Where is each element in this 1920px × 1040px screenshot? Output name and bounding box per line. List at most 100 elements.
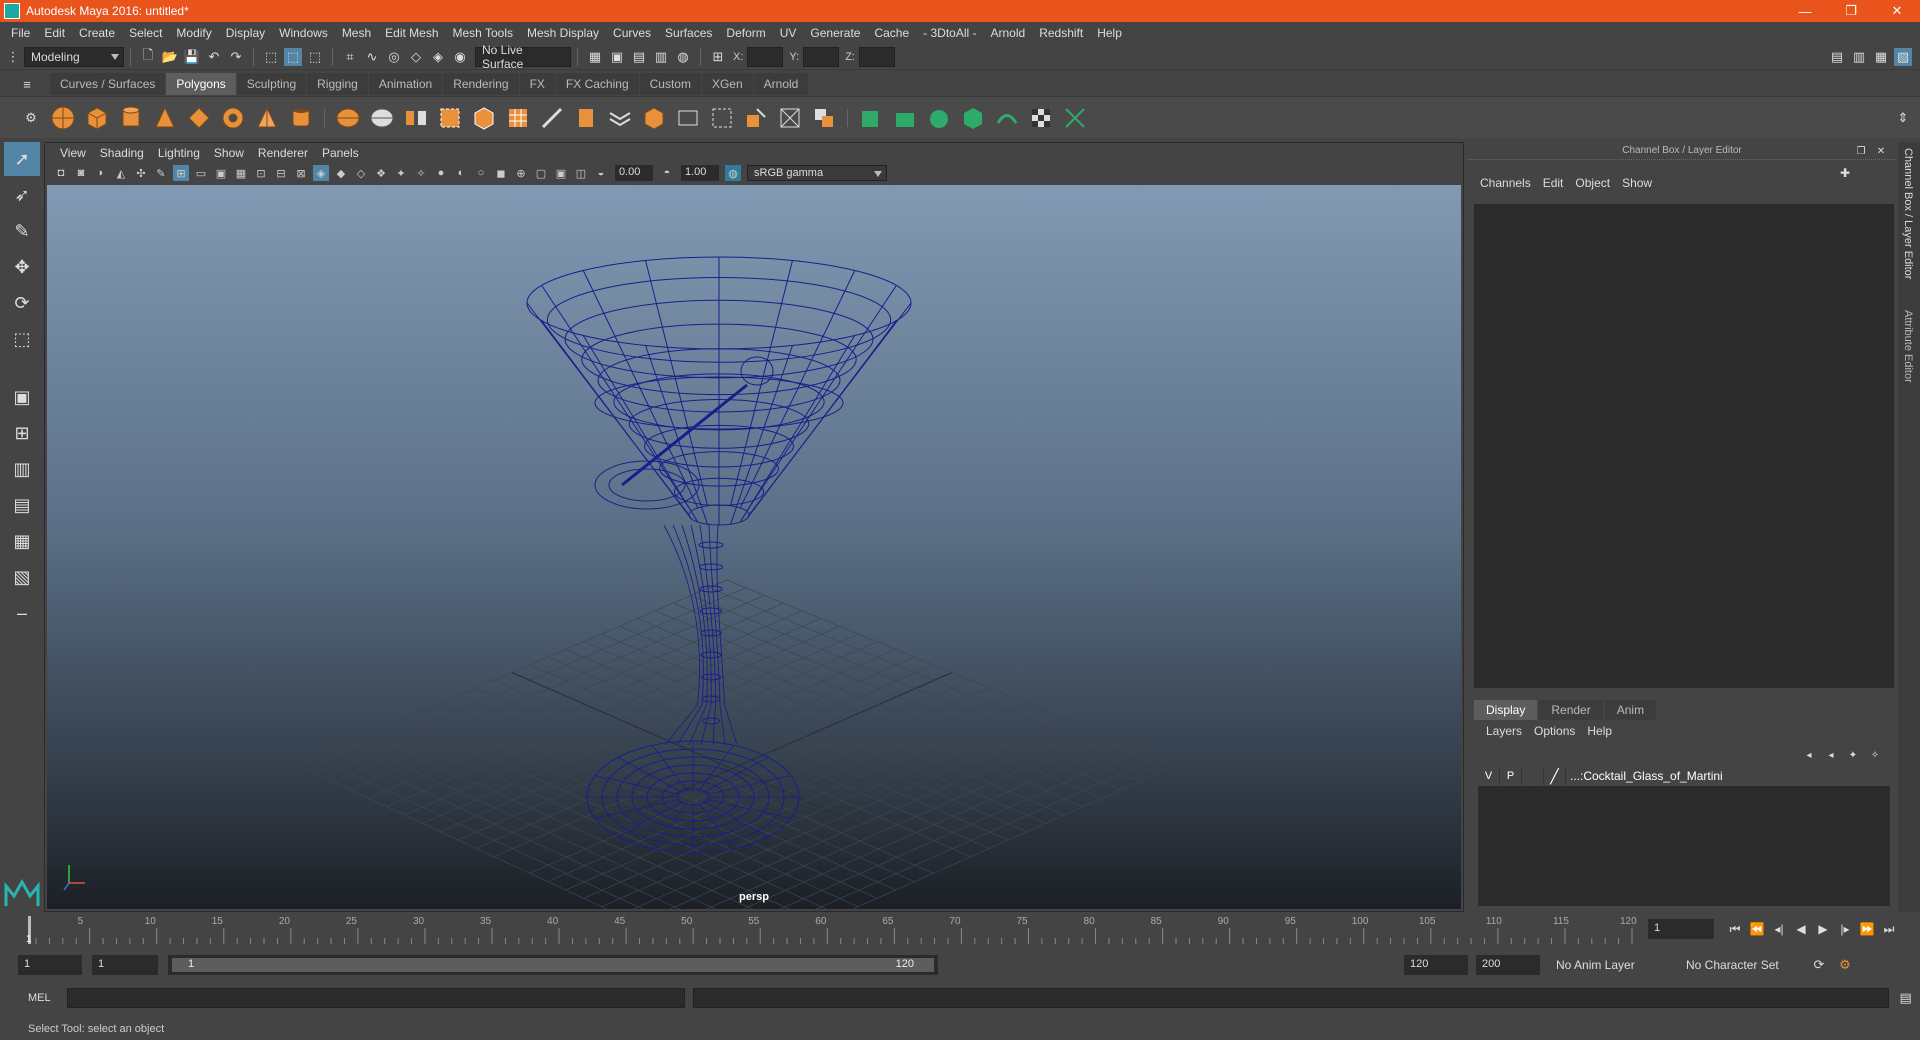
exposure-input[interactable]: 0.00 [615, 165, 653, 181]
boolean-icon[interactable] [809, 103, 839, 133]
hypershade-icon[interactable]: ◍ [674, 48, 692, 66]
menu-display[interactable]: Display [219, 26, 272, 40]
camera-attributes-icon[interactable]: ◙ [73, 165, 89, 181]
collapse-layouts-icon[interactable]: – [4, 596, 40, 630]
close-button[interactable]: ✕ [1874, 0, 1920, 22]
channel-list[interactable] [1474, 204, 1894, 688]
poly-sphere-icon[interactable] [48, 103, 78, 133]
wireframe-icon[interactable]: ◈ [313, 165, 329, 181]
uv-spherical-icon[interactable] [924, 103, 954, 133]
channel-box-menu-object[interactable]: Object [1569, 176, 1616, 190]
hypershade-persp-layout-icon[interactable]: ▦ [4, 524, 40, 558]
uv-auto-icon[interactable] [958, 103, 988, 133]
animation-prefs-icon[interactable]: ⚙ [1836, 956, 1854, 974]
new-layer-selected-icon[interactable]: ✧ [1866, 746, 1884, 764]
gamma-icon[interactable]: ◓ [659, 165, 675, 181]
render-view-icon[interactable]: ▥ [652, 48, 670, 66]
tab-custom[interactable]: Custom [639, 73, 701, 95]
menu-arnold[interactable]: Arnold [984, 26, 1033, 40]
fill-hole-icon[interactable] [673, 103, 703, 133]
channel-box-menu-show[interactable]: Show [1616, 176, 1658, 190]
channel-box-icons[interactable]: ✚ [1836, 164, 1854, 182]
step-back-key-icon[interactable]: ⏪ [1746, 918, 1768, 940]
film-gate-icon[interactable]: ▭ [193, 165, 209, 181]
menu-3dtoall[interactable]: - 3DtoAll - [916, 26, 983, 40]
new-scene-icon[interactable]: 🗋 [139, 47, 157, 66]
snap-point-icon[interactable]: ◎ [385, 48, 403, 66]
multi-cut-icon[interactable] [537, 103, 567, 133]
tab-xgen[interactable]: XGen [701, 73, 753, 95]
grease-pencil-icon[interactable]: ✎ [153, 165, 169, 181]
depth-of-field-icon[interactable]: ◼ [493, 165, 509, 181]
layer-menu-help[interactable]: Help [1581, 724, 1618, 738]
gamma-input[interactable]: 1.00 [681, 165, 719, 181]
scale-tool-icon[interactable]: ⬚ [4, 322, 40, 356]
tab-sculpting[interactable]: Sculpting [236, 73, 307, 95]
viewport-menu-lighting[interactable]: Lighting [151, 146, 207, 160]
animation-end-input[interactable]: 200 [1476, 955, 1540, 975]
menu-set-dropdown[interactable]: Modeling [24, 46, 124, 67]
x-input[interactable] [747, 46, 784, 67]
extrude-icon[interactable] [571, 103, 601, 133]
tab-render-layers[interactable]: Render [1539, 700, 1603, 720]
field-chart-icon[interactable]: ⊡ [253, 165, 269, 181]
menu-create[interactable]: Create [72, 26, 122, 40]
anti-aliasing-icon[interactable]: ○ [473, 165, 489, 181]
layer-display-type-toggle[interactable] [1522, 767, 1544, 785]
move-layer-up-icon[interactable]: ◂ [1800, 746, 1818, 764]
sidebar-toggle-icon[interactable]: ▤ [1828, 48, 1846, 66]
image-plane-icon[interactable]: ◭ [113, 165, 129, 181]
undo-icon[interactable]: ↶ [205, 48, 223, 66]
step-forward-key-icon[interactable]: ⏩ [1856, 918, 1878, 940]
time-slider[interactable]: 1 5 10 15 20 25 30 35 40 45 50 55 60 65 70 75 80 85 90 95 1… [22, 914, 1642, 946]
new-empty-layer-icon[interactable]: ✦ [1844, 746, 1862, 764]
select-object-icon[interactable]: ⬚ [284, 47, 302, 66]
bevel-icon[interactable] [639, 103, 669, 133]
maximize-button[interactable]: ❐ [1828, 0, 1874, 22]
select-tool-icon[interactable]: ➚ [4, 142, 40, 176]
menu-file[interactable]: File [4, 26, 37, 40]
shelf-settings-icon[interactable]: ⚙ [22, 109, 40, 127]
textured-icon[interactable]: ❖ [373, 165, 389, 181]
menu-redshift[interactable]: Redshift [1032, 26, 1090, 40]
menu-edit[interactable]: Edit [37, 26, 72, 40]
persp-uv-layout-icon[interactable]: ▧ [4, 560, 40, 594]
mel-label[interactable]: MEL [28, 992, 51, 1004]
viewport-menu-shading[interactable]: Shading [93, 146, 151, 160]
play-backward-icon[interactable]: ◀ [1790, 918, 1812, 940]
motion-blur-icon[interactable]: ◐ [453, 165, 469, 181]
shelf-menu-icon[interactable]: ≡ [18, 75, 36, 93]
menu-deform[interactable]: Deform [719, 26, 772, 40]
mel-input[interactable] [66, 988, 685, 1008]
menu-modify[interactable]: Modify [169, 26, 218, 40]
menu-mesh[interactable]: Mesh [335, 26, 378, 40]
layer-color-swatch[interactable]: ╱ [1544, 767, 1566, 785]
snap-view-plane-icon[interactable]: ◇ [407, 48, 425, 66]
single-perspective-view-icon[interactable]: ▣ [4, 380, 40, 414]
menu-surfaces[interactable]: Surfaces [658, 26, 719, 40]
channel-box-menu-channels[interactable]: Channels [1474, 176, 1537, 190]
uv-unfold-icon[interactable] [992, 103, 1022, 133]
checker-icon[interactable] [1026, 103, 1056, 133]
playback-end-input[interactable]: 120 [1404, 955, 1468, 975]
side-tab-attribute-editor[interactable]: Attribute Editor [1902, 310, 1914, 383]
bridge-icon[interactable] [605, 103, 635, 133]
persp-outliner-layout-icon[interactable]: ▥ [4, 452, 40, 486]
z-input[interactable] [858, 46, 895, 67]
menu-curves[interactable]: Curves [606, 26, 658, 40]
character-set-dropdown[interactable]: No Character Set [1680, 955, 1804, 975]
tab-display-layers[interactable]: Display [1474, 700, 1538, 720]
tool-settings-toggle-icon[interactable]: ▦ [1872, 48, 1890, 66]
live-surface-field[interactable]: No Live Surface [475, 43, 571, 71]
playback-start-input[interactable]: 1 [92, 955, 158, 975]
y-input[interactable] [803, 46, 840, 67]
shadows-icon[interactable]: ✧ [413, 165, 429, 181]
poly-pyramid-icon[interactable] [252, 103, 282, 133]
channel-box-menu-edit[interactable]: Edit [1537, 176, 1570, 190]
menu-mesh-tools[interactable]: Mesh Tools [446, 26, 520, 40]
shelf-scroll-icon[interactable]: ⇕ [1894, 109, 1912, 127]
layer-menu-options[interactable]: Options [1528, 724, 1581, 738]
uv-planar-icon[interactable] [856, 103, 886, 133]
menu-edit-mesh[interactable]: Edit Mesh [378, 26, 445, 40]
uv-cylindrical-icon[interactable] [890, 103, 920, 133]
